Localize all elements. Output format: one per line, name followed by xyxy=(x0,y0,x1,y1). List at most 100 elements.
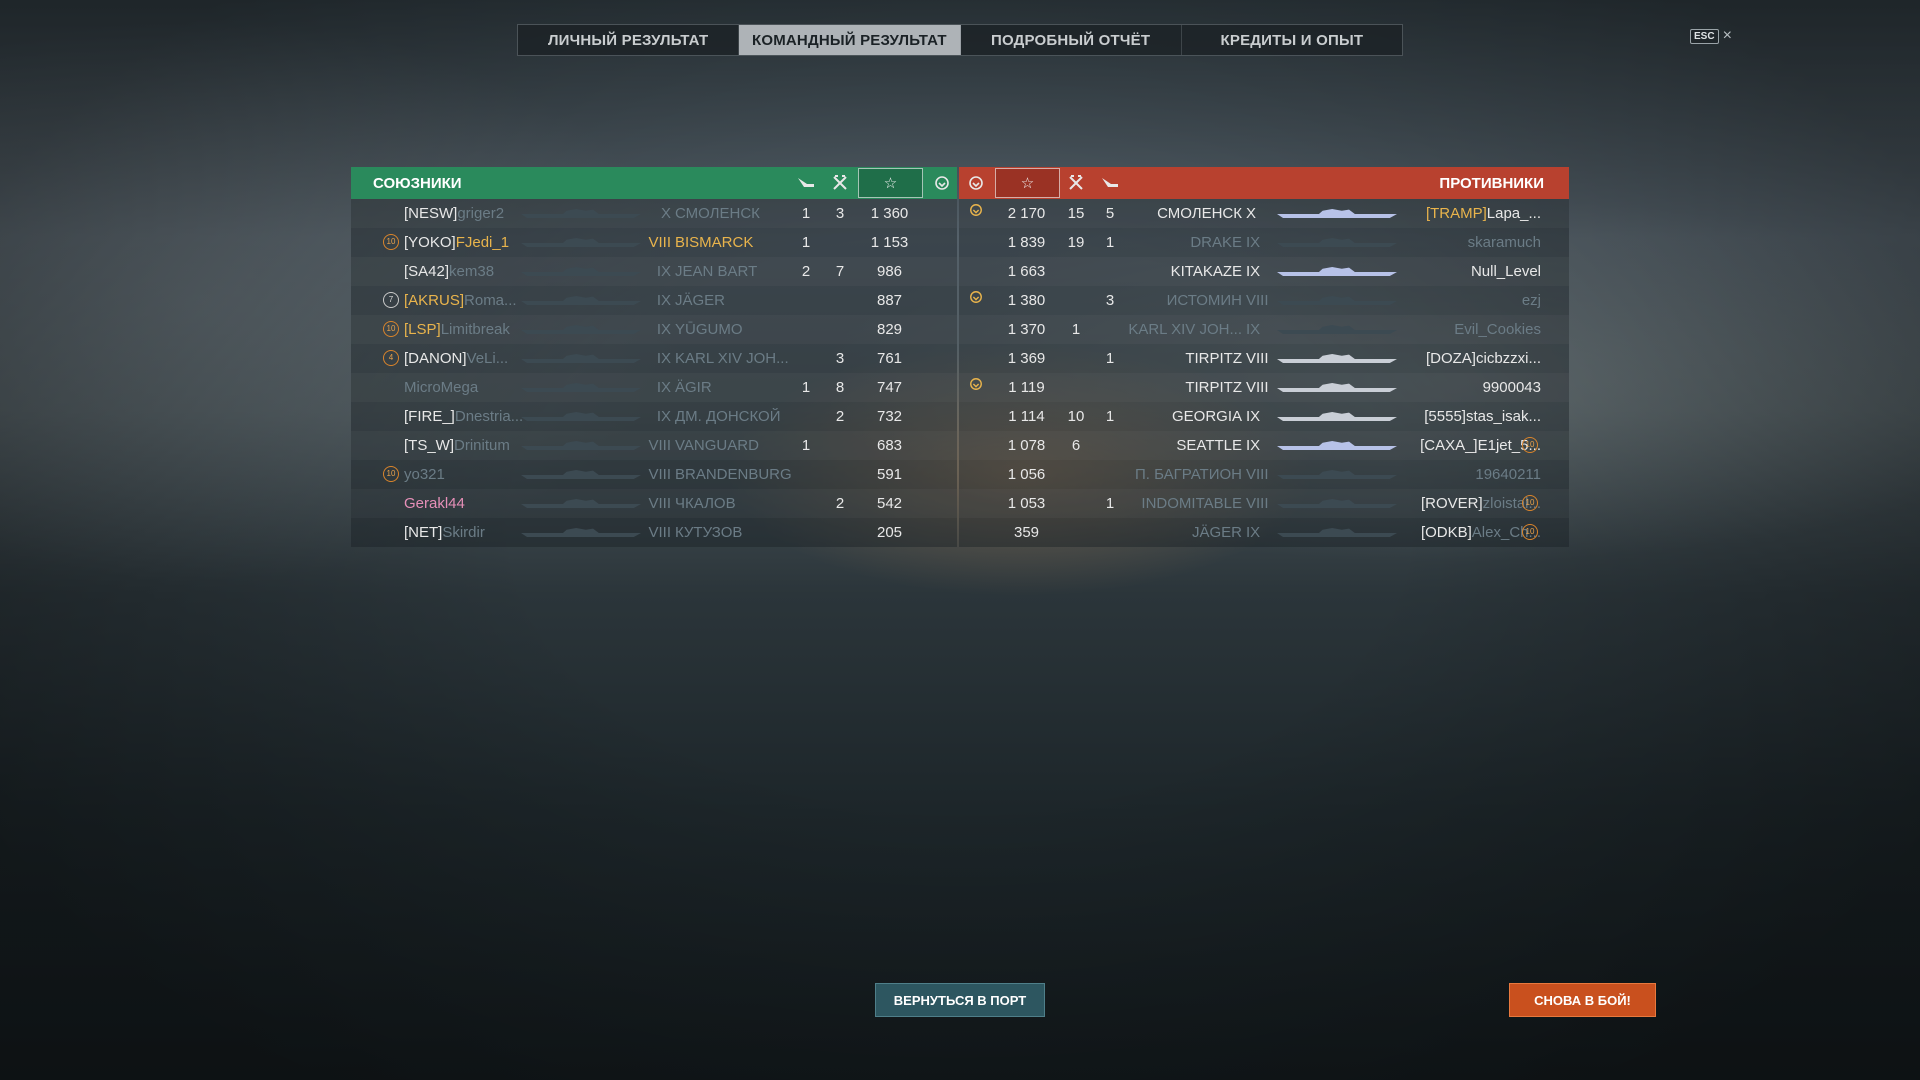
ship-tier: IX xyxy=(1246,408,1261,425)
player-name[interactable]: [LSP]Limitbreak xyxy=(404,321,529,338)
table-row[interactable]: [SA42]kem38 IX JEAN BART 2 7 986 xyxy=(351,257,957,286)
ships-destroyed: 6 xyxy=(1071,437,1081,454)
clan-tag: [YOKO] xyxy=(404,234,456,251)
player-name[interactable]: [AKRUS]Roma... xyxy=(404,292,529,309)
table-row[interactable]: MicroMega IX ÄGIR 1 8 747 xyxy=(351,373,957,402)
player-name[interactable]: [SA42]kem38 xyxy=(404,263,529,280)
table-row[interactable]: 10 [YOKO]FJedi_1 VIII BISMARCK 1 1 153 xyxy=(351,228,957,257)
ship-silhouette-icon xyxy=(1277,296,1397,305)
base-xp: 732 xyxy=(876,408,903,425)
player-name[interactable]: Null_Level xyxy=(1401,263,1541,280)
table-row[interactable]: 10 yo321 VIII BRANDENBURG 591 xyxy=(351,460,957,489)
player-name[interactable]: [DANON]VeLi... xyxy=(404,350,529,367)
table-row[interactable]: 1 839 19 1 DRAKE IX skaramuch xyxy=(959,228,1569,257)
base-xp: 591 xyxy=(876,466,903,483)
esc-close-button[interactable]: ESC × xyxy=(1690,27,1732,45)
ship-superstructure xyxy=(561,267,601,273)
battle-again-button[interactable]: СНОВА В БОЙ! xyxy=(1509,983,1656,1017)
nickname: Lapa_... xyxy=(1486,205,1541,222)
table-row[interactable]: 1 380 3 ИСТОМИН VIII ezj xyxy=(959,286,1569,315)
base-xp: 542 xyxy=(876,495,903,512)
player-name[interactable]: [TS_W]Drinitum xyxy=(404,437,529,454)
table-row[interactable]: [FIRE_]Dnestria... IX ДМ. ДОНСКОЙ 2 732 xyxy=(351,402,957,431)
tab-detailed-report[interactable]: ПОДРОБНЫЙ ОТЧЁТ xyxy=(961,25,1182,55)
ship-silhouette-icon xyxy=(521,325,641,334)
ship-silhouette-icon xyxy=(521,528,641,537)
return-to-port-button[interactable]: ВЕРНУТЬСЯ В ПОРТ xyxy=(875,983,1045,1017)
ship-tier: IX xyxy=(656,321,671,338)
base-xp: 1 053 xyxy=(1007,495,1046,512)
plane-icon[interactable] xyxy=(791,167,821,199)
ship-name: BISMARCK xyxy=(675,234,754,251)
table-row[interactable]: 1 369 1 TIRPITZ VIII [DOZA]cicbzzxi... xyxy=(959,344,1569,373)
table-row[interactable]: Gerakl44 VIII ЧКАЛОВ 2 542 xyxy=(351,489,957,518)
tab-credits-xp[interactable]: КРЕДИТЫ И ОПЫТ xyxy=(1182,25,1402,55)
ship-name: DRAKE xyxy=(1190,234,1242,251)
table-row[interactable]: 1 114 10 1 GEORGIA IX [5555]stas_isak... xyxy=(959,402,1569,431)
table-row[interactable]: 1 663 KITAKAZE IX Null_Level xyxy=(959,257,1569,286)
table-row[interactable]: 1 053 1 INDOMITABLE VIII [ROVER]zloistal... 1… xyxy=(959,489,1569,518)
nickname: Dnestria... xyxy=(454,408,524,425)
table-row[interactable]: 1 056 П. БАГРАТИОН VIII 19640211 xyxy=(959,460,1569,489)
rank-badge-icon: 7 xyxy=(383,292,399,308)
close-icon[interactable]: × xyxy=(1723,27,1732,45)
table-row[interactable]: 2 170 15 5 СМОЛЕНСК X [TRAMP]Lapa_... xyxy=(959,199,1569,228)
laurel-icon[interactable] xyxy=(961,167,991,199)
player-name[interactable]: skaramuch xyxy=(1401,234,1541,251)
star-icon[interactable]: ☆ xyxy=(858,168,923,198)
table-row[interactable]: [TS_W]Drinitum VIII VANGUARD 1 683 xyxy=(351,431,957,460)
table-row[interactable]: 1 370 1 KARL XIV JOH... IX Evil_Cookies xyxy=(959,315,1569,344)
base-xp: 1 663 xyxy=(1007,263,1046,280)
table-row[interactable]: [NET]Skirdir VIII КУТУЗОВ 205 xyxy=(351,518,957,547)
player-name[interactable]: yo321 xyxy=(404,466,529,483)
ship-superstructure xyxy=(561,209,601,215)
tab-team-result[interactable]: КОМАНДНЫЙ РЕЗУЛЬТАТ xyxy=(739,25,961,55)
table-row[interactable]: 4 [DANON]VeLi... IX KARL XIV JOH... 3 761 xyxy=(351,344,957,373)
player-name[interactable]: 19640211 xyxy=(1401,466,1541,483)
ship-silhouette-icon xyxy=(521,412,641,421)
table-row[interactable]: 1 119 TIRPITZ VIII 9900043 xyxy=(959,373,1569,402)
player-name[interactable]: [FIRE_]Dnestria... xyxy=(404,408,529,425)
player-name[interactable]: ezj xyxy=(1401,292,1541,309)
player-name[interactable]: 9900043 xyxy=(1401,379,1541,396)
player-name[interactable]: [TRAMP]Lapa_... xyxy=(1401,205,1541,222)
star-icon[interactable]: ☆ xyxy=(995,168,1060,198)
base-xp: 829 xyxy=(876,321,903,338)
player-name[interactable]: MicroMega xyxy=(404,379,529,396)
ship-silhouette-icon xyxy=(1277,209,1397,218)
ship-silhouette-icon xyxy=(521,499,641,508)
nickname: FJedi_1 xyxy=(455,234,510,251)
ship-kill-icon[interactable] xyxy=(825,167,855,199)
base-xp: 1 839 xyxy=(1007,234,1046,251)
table-row[interactable]: 359 JÄGER IX [ODKB]Alex_Ch... 10 xyxy=(959,518,1569,547)
clan-tag: [5555] xyxy=(1424,408,1466,425)
player-name[interactable]: [YOKO]FJedi_1 xyxy=(404,234,529,251)
ships-destroyed: 10 xyxy=(1067,408,1085,425)
ship-tier: VIII xyxy=(648,466,671,483)
ship-tier: VIII xyxy=(648,437,671,454)
player-name[interactable]: [ODKB]Alex_Ch... xyxy=(1401,524,1541,541)
ship-name: КУТУЗОВ xyxy=(675,524,743,541)
table-row[interactable]: [NESW]griger2 X СМОЛЕНСК 1 3 1 360 xyxy=(351,199,957,228)
base-xp: 683 xyxy=(876,437,903,454)
player-name[interactable]: Evil_Cookies xyxy=(1401,321,1541,338)
player-name[interactable]: Gerakl44 xyxy=(404,495,529,512)
player-name[interactable]: [NET]Skirdir xyxy=(404,524,529,541)
tab-personal-result[interactable]: ЛИЧНЫЙ РЕЗУЛЬТАТ xyxy=(518,25,740,55)
player-name[interactable]: [5555]stas_isak... xyxy=(1401,408,1541,425)
ship-kill-icon[interactable] xyxy=(1061,167,1091,199)
ship-tier: IX xyxy=(656,379,671,396)
player-name[interactable]: [CAXA_]E1jet_5... xyxy=(1401,437,1541,454)
ship-superstructure xyxy=(561,499,601,505)
allies-list: [NESW]griger2 X СМОЛЕНСК 1 3 1 360 10 [YOKO]FJe… xyxy=(351,199,957,547)
ship-name: СМОЛЕНСК xyxy=(1157,205,1242,222)
laurel-icon[interactable] xyxy=(927,167,957,199)
player-name[interactable]: [ROVER]zloistal... xyxy=(1401,495,1541,512)
table-row[interactable]: 10 [LSP]Limitbreak IX YŪGUMO 829 xyxy=(351,315,957,344)
plane-icon[interactable] xyxy=(1095,167,1125,199)
table-row[interactable]: 1 078 6 SEATTLE IX [CAXA_]E1jet_5... 10 xyxy=(959,431,1569,460)
table-row[interactable]: 7 [AKRUS]Roma... IX JÄGER 887 xyxy=(351,286,957,315)
player-name[interactable]: [DOZA]cicbzzxi... xyxy=(1401,350,1541,367)
ship-name: YŪGUMO xyxy=(675,321,743,338)
player-name[interactable]: [NESW]griger2 xyxy=(404,205,529,222)
